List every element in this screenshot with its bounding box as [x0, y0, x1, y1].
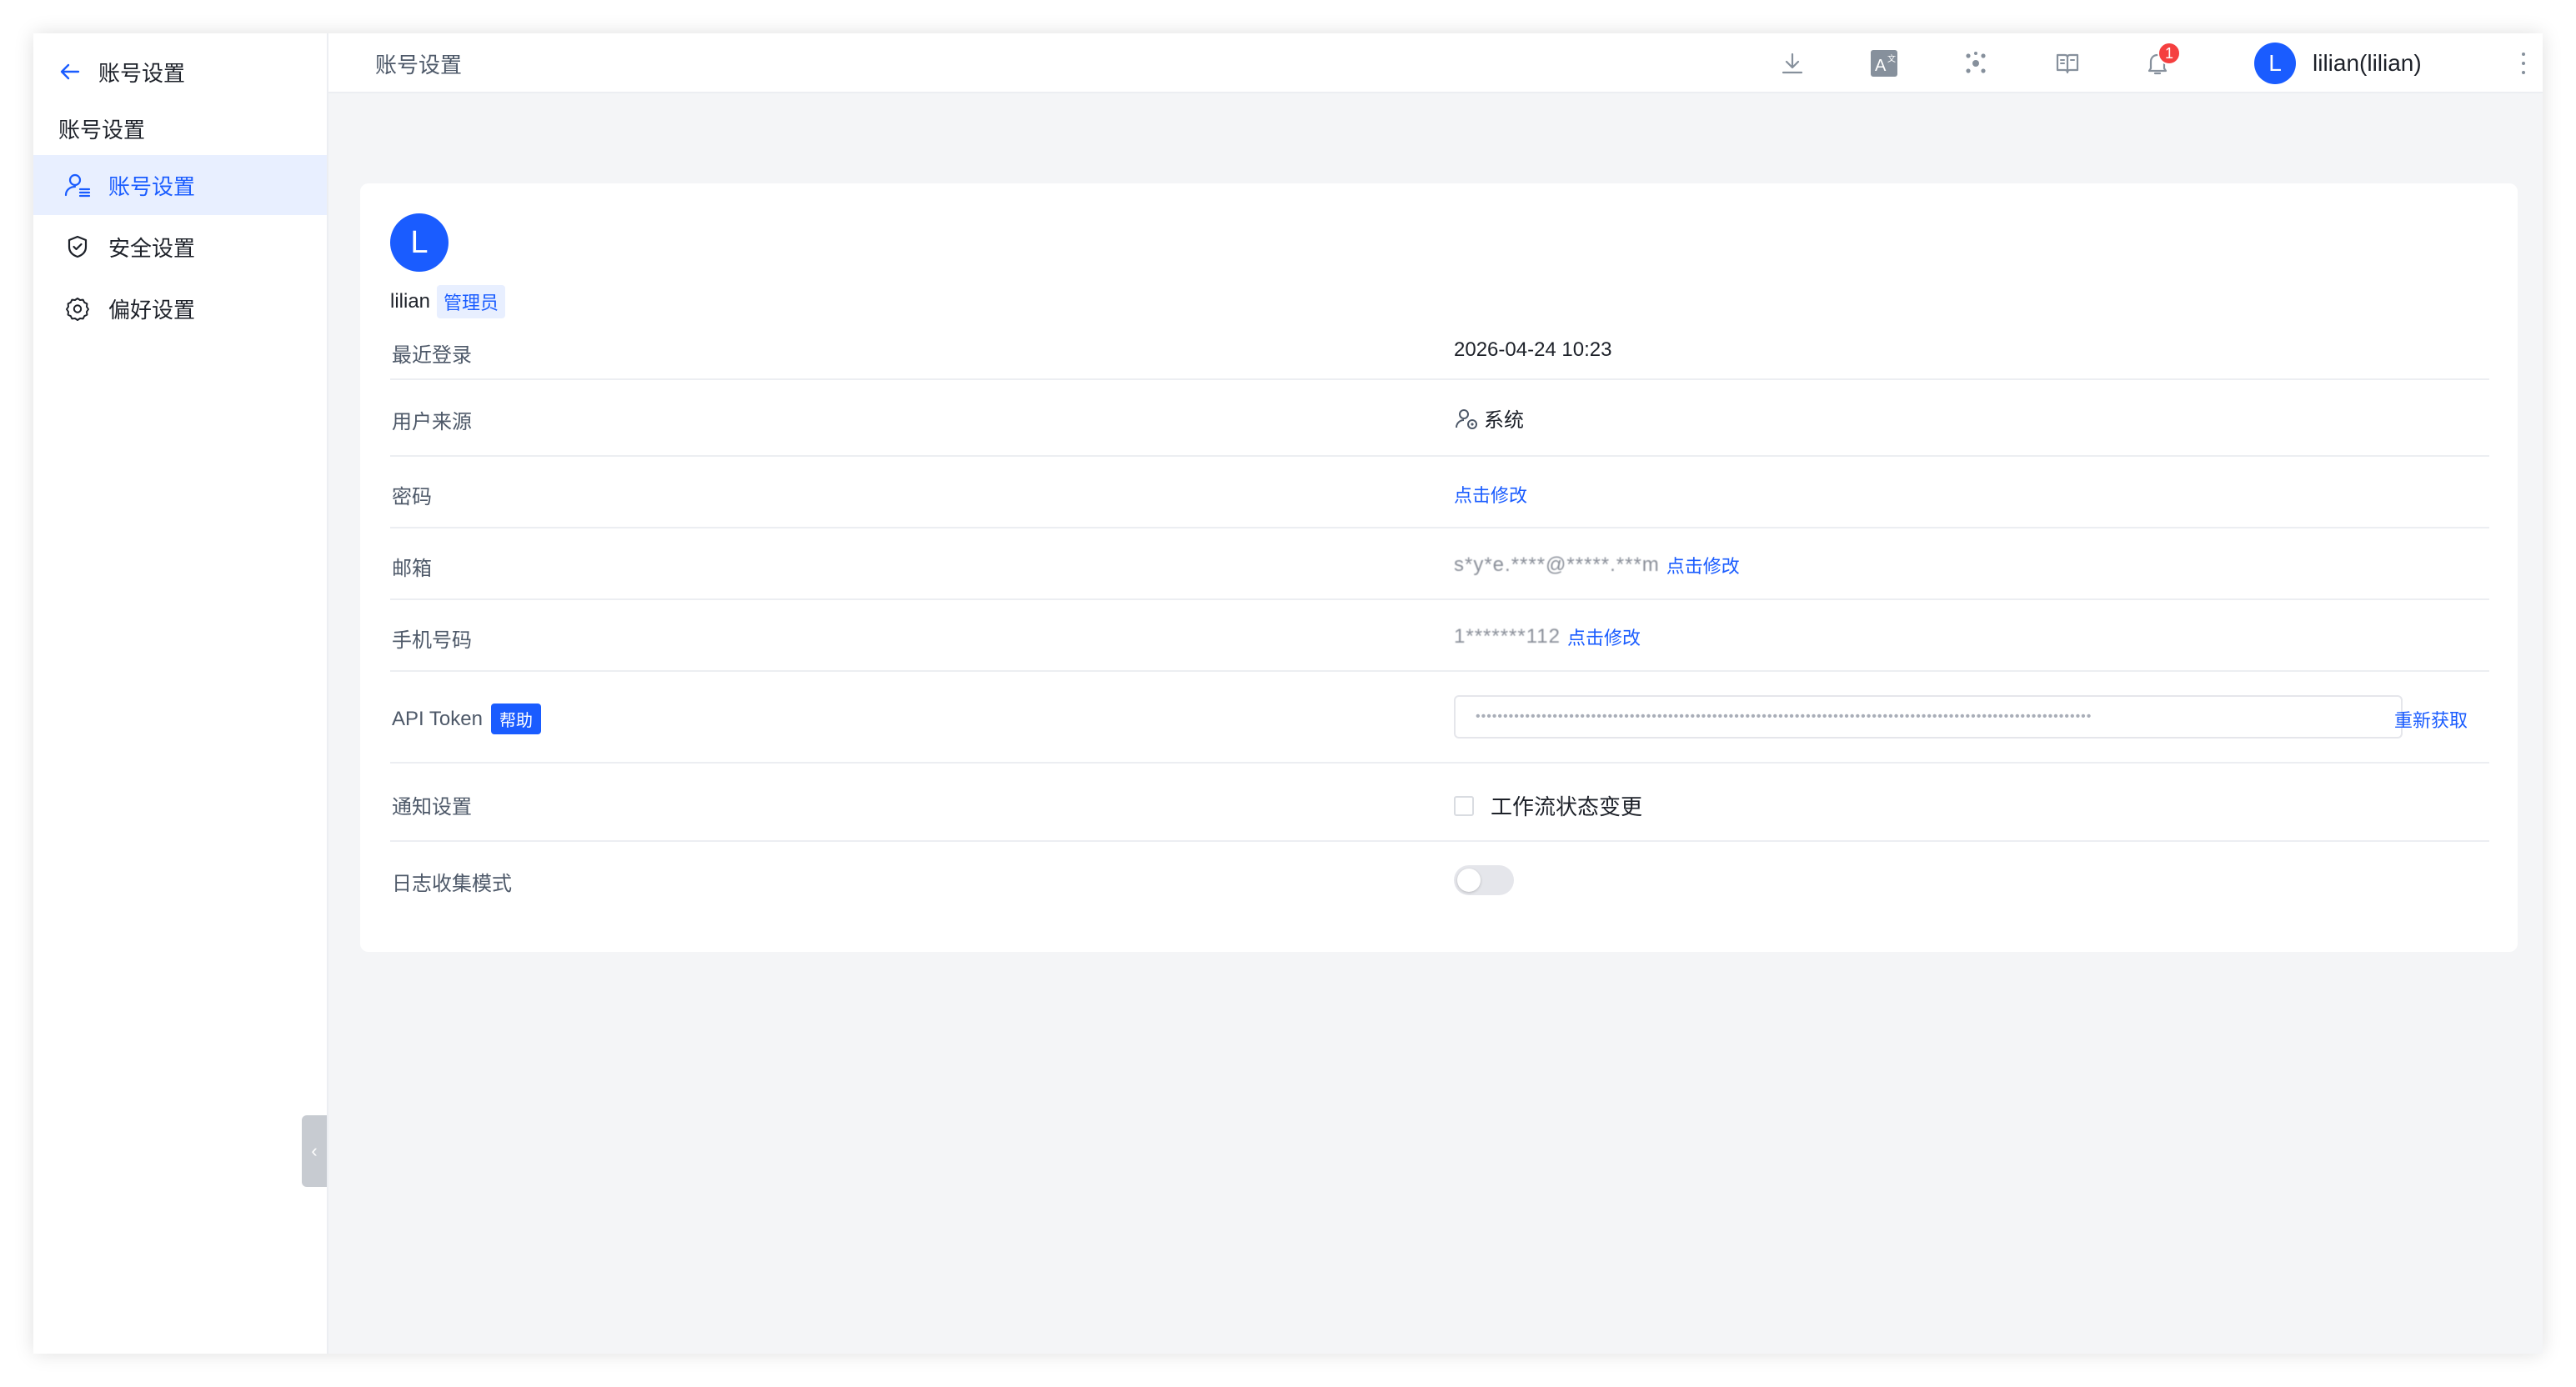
apps-icon[interactable]: [1961, 48, 1991, 78]
sidebar-menu: 账号设置 安全设置 偏好设置: [33, 155, 327, 340]
profile-avatar: L: [390, 213, 449, 272]
row-api-token: API Token 帮助 •••••••••••••••••••••••••••…: [390, 672, 2489, 764]
row-password: 密码 点击修改: [390, 457, 2489, 528]
role-badge: 管理员: [437, 285, 506, 318]
password-value: 点击修改: [1454, 481, 1527, 508]
app-window: 账号设置 账号设置 账号设置 安全设置 偏好设置 ‹ 账号设置 A 文 1 L …: [33, 33, 2543, 1354]
row-user-source: 用户来源 系统: [390, 380, 2489, 457]
email-value: s*y*e.****@*****.***m 点击修改: [1454, 552, 1740, 578]
log-mode-value: [1454, 865, 1514, 895]
back-arrow-icon[interactable]: [57, 58, 83, 85]
download-icon[interactable]: [1777, 48, 1807, 78]
account-card: L lilian 管理员 最近登录 2026-04-24 10:23 用户来源 …: [360, 183, 2518, 952]
row-log-mode: 日志收集模式: [390, 842, 2489, 919]
translate-icon[interactable]: A文: [1869, 48, 1899, 78]
profile-name-row: lilian 管理员: [390, 285, 506, 318]
toggle-knob: [1457, 869, 1481, 892]
bell-icon[interactable]: 1: [2142, 42, 2181, 78]
sidebar-header: 账号设置: [57, 47, 185, 97]
workflow-status-label: 工作流状态变更: [1491, 794, 1643, 819]
last-login-label: 最近登录: [392, 344, 472, 367]
change-email-link[interactable]: 点击修改: [1666, 552, 1740, 578]
phone-masked: 1*******112: [1454, 625, 1561, 648]
sidebar-collapse-handle[interactable]: ‹: [302, 1115, 327, 1187]
api-token-label-wrap: API Token 帮助: [392, 704, 541, 734]
user-source-value-wrap: 系统: [1454, 403, 1524, 433]
user-settings-icon: [63, 171, 92, 199]
change-password-link[interactable]: 点击修改: [1454, 481, 1527, 508]
sidebar-item-label: 偏好设置: [108, 297, 196, 323]
sidebar-item-security[interactable]: 安全设置: [33, 217, 327, 277]
row-phone: 手机号码 1*******112 点击修改: [390, 600, 2489, 672]
api-token-value: ••••••••••••••••••••••••••••••••••••••••…: [1454, 695, 2403, 739]
help-badge[interactable]: 帮助: [490, 704, 541, 734]
user-source-label: 用户来源: [392, 411, 472, 433]
svg-text:文: 文: [1887, 53, 1896, 64]
top-bar: 账号设置 A文 1 L lilian(lilian): [328, 33, 2543, 93]
log-mode-label: 日志收集模式: [392, 873, 512, 895]
notify-option[interactable]: 工作流状态变更: [1454, 790, 1642, 821]
row-email: 邮箱 s*y*e.****@*****.***m 点击修改: [390, 528, 2489, 600]
change-phone-link[interactable]: 点击修改: [1567, 623, 1641, 650]
sidebar: 账号设置 账号设置 账号设置 安全设置 偏好设置 ‹: [33, 33, 328, 1354]
sidebar-item-label: 安全设置: [108, 235, 196, 261]
profile-username: lilian: [390, 290, 431, 313]
phone-value: 1*******112 点击修改: [1454, 623, 1641, 650]
sidebar-item-account[interactable]: 账号设置: [33, 155, 327, 215]
user-system-icon: [1454, 406, 1479, 431]
chevron-left-icon: ‹: [311, 1140, 318, 1161]
sidebar-section-title: 账号设置: [58, 118, 146, 143]
avatar: L: [2254, 43, 2296, 84]
user-name: lilian(lilian): [2313, 50, 2422, 76]
account-info-list: 最近登录 2026-04-24 10:23 用户来源 系统 密码 点击修改 邮箱…: [390, 320, 2489, 919]
log-mode-toggle[interactable]: [1454, 865, 1514, 895]
last-login-value: 2026-04-24 10:23: [1454, 338, 1612, 361]
sidebar-item-label: 账号设置: [108, 173, 196, 199]
docs-icon[interactable]: [2052, 48, 2082, 78]
sidebar-item-preferences[interactable]: 偏好设置: [33, 278, 327, 338]
email-label: 邮箱: [392, 558, 432, 580]
svg-text:A: A: [1875, 57, 1887, 75]
breadcrumb: 账号设置: [375, 52, 463, 78]
api-token-field[interactable]: ••••••••••••••••••••••••••••••••••••••••…: [1454, 695, 2403, 739]
user-source-value: 系统: [1484, 409, 1524, 432]
email-masked: s*y*e.****@*****.***m: [1454, 553, 1660, 576]
row-last-login: 最近登录 2026-04-24 10:23: [390, 320, 2489, 380]
shield-icon: [63, 233, 92, 261]
row-notification: 通知设置 工作流状态变更: [390, 764, 2489, 842]
phone-label: 手机号码: [392, 629, 472, 652]
refresh-token-link[interactable]: 重新获取: [2394, 706, 2468, 733]
more-vertical-icon[interactable]: [2511, 50, 2536, 77]
password-label: 密码: [392, 486, 432, 508]
workflow-status-checkbox[interactable]: [1454, 795, 1474, 816]
user-menu[interactable]: L lilian(lilian): [2254, 40, 2422, 87]
notification-badge: 1: [2158, 42, 2181, 65]
sidebar-title: 账号设置: [98, 60, 186, 86]
api-token-label: API Token: [392, 707, 483, 730]
notify-label: 通知设置: [392, 796, 472, 819]
gear-icon: [63, 294, 92, 323]
